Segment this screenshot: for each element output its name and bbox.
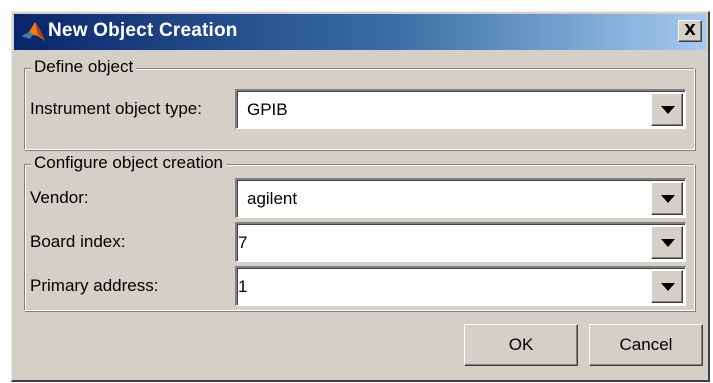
ok-button[interactable]: OK: [464, 324, 578, 366]
board-index-label: Board index:: [30, 232, 126, 251]
instrument-object-type-value: GPIB: [247, 100, 288, 119]
title-bar[interactable]: New Object Creation X: [14, 14, 706, 50]
new-object-creation-dialog: New Object Creation X Define object Inst…: [11, 11, 710, 382]
chevron-down-icon[interactable]: [651, 226, 683, 259]
instrument-object-type-label: Instrument object type:: [30, 99, 202, 118]
define-object-legend: Define object: [31, 57, 137, 77]
primary-address-combo[interactable]: 1: [235, 266, 686, 306]
cancel-button[interactable]: Cancel: [589, 324, 703, 366]
board-index-value[interactable]: 7: [238, 233, 247, 253]
chevron-down-icon[interactable]: [651, 270, 683, 303]
primary-address-label: Primary address:: [30, 276, 159, 295]
board-index-combo[interactable]: 7: [235, 222, 686, 262]
chevron-down-icon[interactable]: [651, 182, 683, 215]
vendor-value: agilent: [247, 189, 298, 208]
close-button[interactable]: X: [678, 20, 702, 42]
primary-address-value[interactable]: 1: [238, 277, 247, 297]
chevron-down-icon[interactable]: [651, 93, 683, 126]
vendor-select[interactable]: agilent: [235, 178, 686, 218]
instrument-object-type-select[interactable]: GPIB: [235, 89, 686, 129]
configure-object-creation-legend: Configure object creation: [31, 153, 227, 173]
window-title: New Object Creation: [48, 20, 238, 41]
close-icon: X: [684, 21, 696, 39]
define-object-group: Define object Instrument object type: GP…: [24, 57, 695, 150]
matlab-logo-icon: [21, 22, 45, 41]
vendor-label: Vendor:: [30, 188, 89, 207]
configure-object-creation-group: Configure object creation Vendor: agilen…: [24, 153, 695, 311]
